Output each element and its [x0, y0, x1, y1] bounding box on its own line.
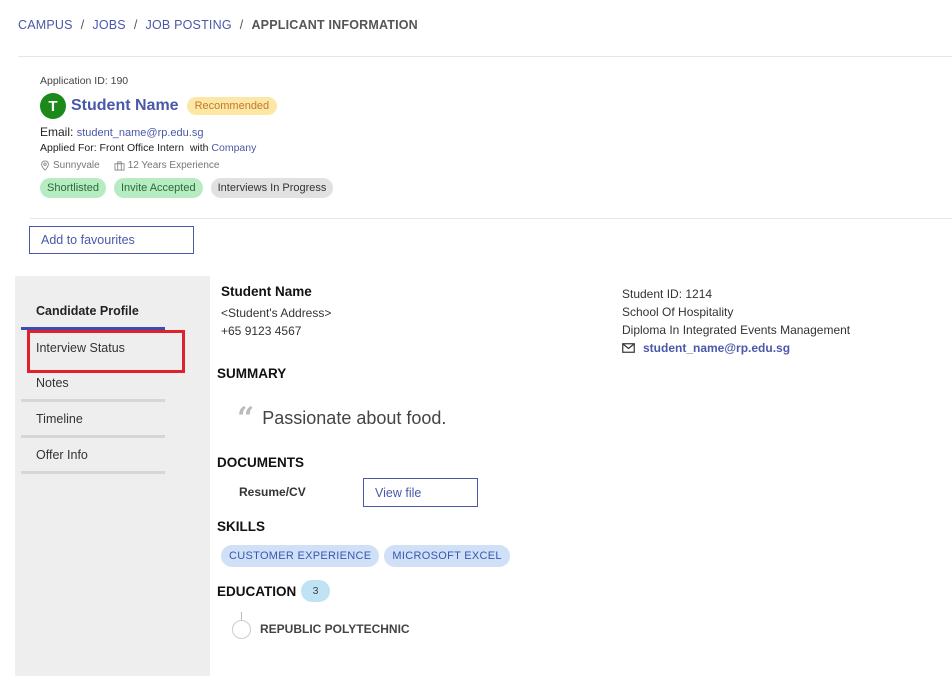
- breadcrumb-jobs[interactable]: JOBS: [92, 18, 125, 32]
- breadcrumb-campus[interactable]: CAMPUS: [18, 18, 73, 32]
- status-invite-accepted: Invite Accepted: [113, 178, 203, 198]
- applicant-meta: Sunnyvale 12 Years Experience: [40, 160, 233, 171]
- section-divider: [30, 218, 952, 219]
- quote-icon: “: [237, 400, 255, 436]
- sidebar-item-offer-info[interactable]: Offer Info: [21, 438, 165, 474]
- briefcase-icon: [114, 160, 125, 171]
- applicant-email-line: Email: student_name@rp.edu.sg: [40, 125, 203, 139]
- profile-address: <Student's Address>: [221, 306, 332, 320]
- add-to-favourites-button[interactable]: Add to favourites: [29, 226, 194, 254]
- applicant-name-row: T Student Name Recommended: [40, 93, 278, 119]
- resume-label: Resume/CV: [239, 485, 306, 499]
- education-count-badge: 3: [301, 580, 330, 602]
- education-heading: EDUCATION: [217, 584, 297, 599]
- applied-for-text: Applied For: Front Office Intern: [40, 142, 184, 154]
- sidebar-item-timeline[interactable]: Timeline: [21, 402, 165, 438]
- breadcrumb-separator: /: [80, 18, 85, 32]
- location-item: Sunnyvale: [40, 160, 100, 171]
- timeline-dot: [232, 620, 251, 639]
- skills-heading: SKILLS: [217, 519, 266, 534]
- school: School Of Hospitality: [622, 305, 734, 319]
- applicant-email[interactable]: student_name@rp.edu.sg: [77, 127, 204, 139]
- company-link[interactable]: Company: [211, 142, 256, 154]
- status-chips: Shortlisted Invite Accepted Interviews I…: [40, 178, 341, 198]
- breadcrumb-separator: /: [239, 18, 244, 32]
- location-pin-icon: [41, 160, 49, 171]
- applied-for-line: Applied For: Front Office Intern with Co…: [40, 142, 256, 154]
- application-id: Application ID: 190: [40, 75, 129, 87]
- status-interviews-in-progress: Interviews In Progress: [210, 178, 334, 198]
- summary-text: Passionate about food.: [262, 408, 447, 428]
- breadcrumb-current: APPLICANT INFORMATION: [251, 18, 418, 32]
- summary-heading: SUMMARY: [217, 366, 287, 381]
- profile-email[interactable]: student_name@rp.edu.sg: [643, 339, 790, 357]
- status-shortlisted: Shortlisted: [40, 178, 106, 198]
- sidebar-item-candidate-profile[interactable]: Candidate Profile: [21, 294, 165, 330]
- profile-phone: +65 9123 4567: [221, 324, 302, 338]
- profile-name: Student Name: [221, 284, 312, 299]
- skills-list: CUSTOMER EXPERIENCE MICROSOFT EXCEL: [221, 545, 515, 567]
- email-label: Email:: [40, 125, 74, 139]
- diploma: Diploma In Integrated Events Management: [622, 323, 851, 337]
- avatar: T: [40, 93, 66, 119]
- skill-chip: MICROSOFT EXCEL: [384, 545, 510, 567]
- location-text: Sunnyvale: [53, 160, 100, 171]
- breadcrumb-separator: /: [133, 18, 138, 32]
- with-text: with: [189, 142, 209, 154]
- recommended-badge: Recommended: [186, 97, 278, 115]
- highlight-box-interview-status: [27, 330, 185, 373]
- profile-details: Student ID: 1214 School Of Hospitality D…: [622, 285, 850, 357]
- envelope-icon: [622, 343, 635, 353]
- applicant-name: Student Name: [71, 97, 179, 114]
- skill-chip: CUSTOMER EXPERIENCE: [221, 545, 380, 567]
- header-divider: [18, 56, 952, 57]
- student-id: Student ID: 1214: [622, 287, 713, 301]
- education-institution: REPUBLIC POLYTECHNIC: [260, 622, 410, 636]
- experience-item: 12 Years Experience: [114, 160, 220, 171]
- experience-text: 12 Years Experience: [127, 160, 220, 171]
- view-file-button[interactable]: View file: [363, 478, 478, 507]
- documents-heading: DOCUMENTS: [217, 455, 304, 470]
- breadcrumb: CAMPUS / JOBS / JOB POSTING / APPLICANT INFORM…: [18, 18, 418, 32]
- summary-text-row: “ Passionate about food.: [237, 400, 447, 436]
- profile-email-row[interactable]: student_name@rp.edu.sg: [622, 339, 850, 357]
- breadcrumb-job-posting[interactable]: JOB POSTING: [146, 18, 232, 32]
